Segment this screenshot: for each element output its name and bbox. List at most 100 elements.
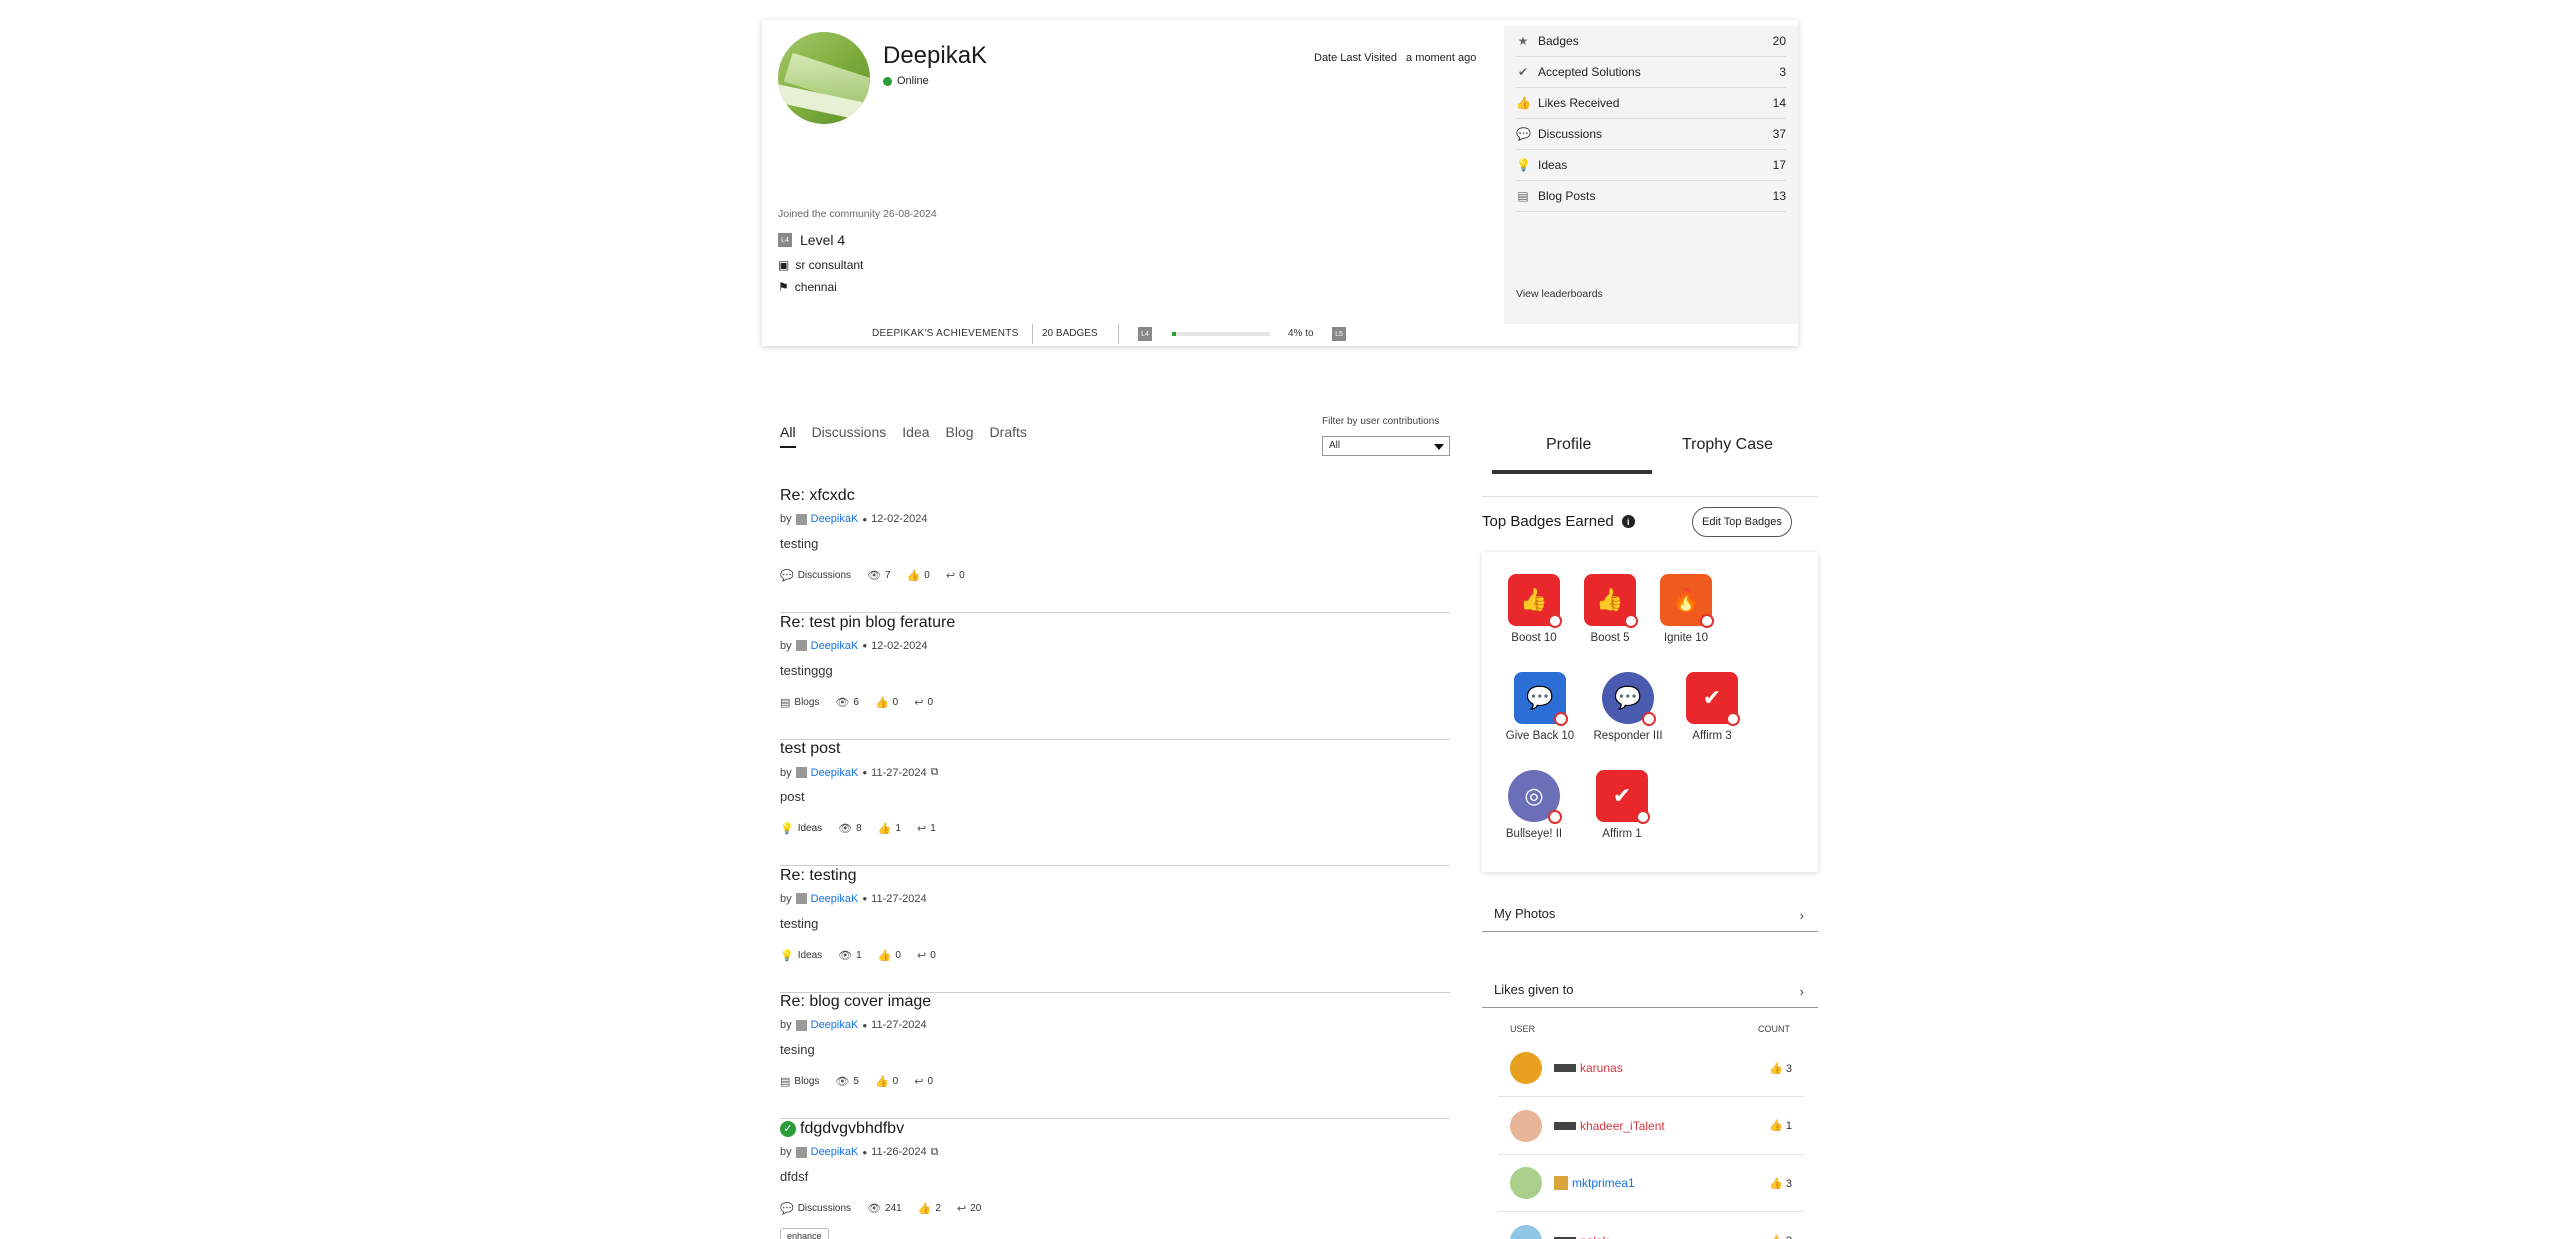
post-tag[interactable]: enhance xyxy=(780,1227,829,1239)
tab-trophy-case[interactable]: Trophy Case xyxy=(1682,436,1773,454)
user-link[interactable]: karunas xyxy=(1580,1061,1623,1075)
likes-row: karunas 👍 3 xyxy=(1498,1040,1804,1097)
post-category[interactable]: 💬 Discussions xyxy=(780,1202,851,1215)
post-excerpt: dfdsf xyxy=(780,1168,809,1184)
user-link[interactable]: khadeer_iTalent xyxy=(1580,1119,1665,1133)
post-date: 12-02-2024 xyxy=(871,639,928,652)
stat-row[interactable]: 👍 Likes Received 14 xyxy=(1516,88,1786,119)
replies-value: 0 xyxy=(927,1076,933,1087)
filter-select[interactable]: All xyxy=(1322,436,1450,456)
badge-icon: ◎ xyxy=(1508,770,1562,824)
profile-card: DeepikaK Online Date Last Visited a mome… xyxy=(762,20,1798,346)
badge-item[interactable]: 👍 Boost 5 xyxy=(1570,574,1650,644)
replies-count: ↩ 0 xyxy=(914,696,933,709)
badge-item[interactable]: 👍 Boost 10 xyxy=(1494,574,1574,644)
view-leaderboards-link[interactable]: View leaderboards xyxy=(1516,288,1603,300)
author-link[interactable]: DeepikaK xyxy=(811,640,859,652)
post-item[interactable]: Re: test pin blog ferature by DeepikaK ● 12-… xyxy=(780,614,1450,740)
user-avatar[interactable] xyxy=(1510,1167,1542,1199)
post-title-link[interactable]: Re: blog cover image xyxy=(780,993,931,1011)
post-category[interactable]: 💬 Discussions xyxy=(780,569,851,582)
post-item[interactable]: Re: testing by DeepikaK ● 11-27-2024 testing 💡… xyxy=(780,867,1450,993)
post-title-link[interactable]: Re: testing xyxy=(780,867,856,885)
user-avatar[interactable] xyxy=(1510,1224,1542,1239)
author-link[interactable]: DeepikaK xyxy=(811,767,859,779)
rank-icon xyxy=(795,1019,807,1031)
views-count: 👁 241 xyxy=(867,1202,902,1215)
tab-all[interactable]: All xyxy=(780,424,796,448)
post-item[interactable]: Re: blog cover image by DeepikaK ● 11-27-202… xyxy=(780,993,1450,1119)
stat-row[interactable]: ✔ Accepted Solutions 3 xyxy=(1516,57,1786,88)
likes-value: 0 xyxy=(892,1076,899,1087)
badge-item[interactable]: 💬 Give Back 10 xyxy=(1500,672,1580,742)
stat-row[interactable]: ★ Badges 20 xyxy=(1516,26,1786,57)
badge-item[interactable]: ✔ Affirm 1 xyxy=(1582,770,1662,840)
stat-label: Likes Received xyxy=(1538,96,1620,110)
author-link[interactable]: DeepikaK xyxy=(811,1019,859,1031)
achievements-link[interactable]: DEEPIKAK'S ACHIEVEMENTS xyxy=(872,328,1019,339)
badge-item[interactable]: ✔ Affirm 3 xyxy=(1672,672,1752,742)
badge-name: Boost 10 xyxy=(1511,632,1557,644)
post-title-row: test post xyxy=(780,740,840,758)
eye-icon: 👁 xyxy=(835,1076,850,1088)
post-category[interactable]: ▤ Blogs xyxy=(780,696,819,709)
post-title-link[interactable]: test post xyxy=(780,740,840,758)
user-link[interactable]: palak xyxy=(1580,1234,1609,1239)
post-title-row: Re: test pin blog ferature xyxy=(780,614,955,632)
contribution-tabs: All Discussions Idea Blog Drafts xyxy=(780,424,1027,448)
bullet-separator: ● xyxy=(862,514,868,524)
post-title-link[interactable]: fdgdvgvbhdfbv xyxy=(800,1120,904,1138)
post-title-row: ✓ fdgdvgvbhdfbv xyxy=(780,1120,904,1138)
tab-blog[interactable]: Blog xyxy=(946,424,974,448)
tab-discussions[interactable]: Discussions xyxy=(812,424,887,448)
level-progress-fill xyxy=(1172,332,1176,336)
tab-profile[interactable]: Profile xyxy=(1546,436,1591,454)
edit-top-badges-button[interactable]: Edit Top Badges xyxy=(1692,507,1792,537)
views-count: 👁 8 xyxy=(838,822,862,835)
info-icon[interactable]: i xyxy=(1621,515,1635,528)
stat-row[interactable]: 💬 Discussions 37 xyxy=(1516,119,1786,150)
thumbs-up-icon: 👍 xyxy=(1769,1062,1786,1075)
post-item[interactable]: Re: xfcxdc by DeepikaK ● 12-02-2024 testing 💬 D… xyxy=(780,487,1450,613)
author-link[interactable]: DeepikaK xyxy=(811,893,859,905)
post-item[interactable]: ✓ fdgdvgvbhdfbv by DeepikaK ● 11-26-2024 ⧉ dfds… xyxy=(780,1120,1450,1239)
badges-count-link[interactable]: 20 BADGES xyxy=(1042,328,1098,339)
avatar[interactable] xyxy=(778,32,870,124)
badge-level-chip xyxy=(1642,712,1656,726)
badge-item[interactable]: ◎ Bullseye! II xyxy=(1494,770,1574,840)
like-count: 👍 1 xyxy=(1769,1119,1792,1132)
user-link[interactable]: mktprimea1 xyxy=(1572,1176,1635,1190)
badge-item[interactable]: 🔥 Ignite 10 xyxy=(1646,574,1726,644)
post-category[interactable]: 💡 Ideas xyxy=(780,949,822,962)
tab-idea[interactable]: Idea xyxy=(902,424,929,448)
post-excerpt: tesing xyxy=(780,1042,815,1057)
copy-icon[interactable]: ⧉ xyxy=(931,1146,939,1159)
joined-date: Joined the community 26-08-2024 xyxy=(778,208,937,220)
author-link[interactable]: DeepikaK xyxy=(811,1146,859,1158)
likes-given-section[interactable]: Likes given to › xyxy=(1482,974,1818,1008)
eye-icon: 👁 xyxy=(838,949,853,962)
post-title-link[interactable]: Re: test pin blog ferature xyxy=(780,614,955,632)
user-avatar[interactable] xyxy=(1510,1052,1542,1084)
copy-icon[interactable]: ⧉ xyxy=(931,766,939,779)
category-label: Ideas xyxy=(797,949,823,961)
tab-drafts[interactable]: Drafts xyxy=(990,424,1027,448)
my-photos-section[interactable]: My Photos › xyxy=(1482,898,1818,932)
post-category[interactable]: 💡 Ideas xyxy=(780,822,822,835)
badge-level-chip xyxy=(1700,614,1714,628)
thumbs-up-icon: 👍 xyxy=(874,696,889,709)
online-status-label: Online xyxy=(897,75,929,87)
category-label: Discussions xyxy=(797,1202,852,1214)
badge-item[interactable]: 💬 Responder III xyxy=(1588,672,1668,742)
by-label: by xyxy=(780,1146,792,1158)
likes-row: palak 👍 2 xyxy=(1498,1213,1804,1239)
post-item[interactable]: test post by DeepikaK ● 11-27-2024 ⧉ post 💡 Idea… xyxy=(780,740,1450,866)
badge-name: Give Back 10 xyxy=(1505,730,1575,742)
user-avatar[interactable] xyxy=(1510,1109,1542,1142)
stat-row[interactable]: 💡 Ideas 17 xyxy=(1516,150,1786,181)
replies-count: ↩ 1 xyxy=(917,822,936,835)
post-title-link[interactable]: Re: xfcxdc xyxy=(780,487,855,505)
author-link[interactable]: DeepikaK xyxy=(811,513,859,525)
post-category[interactable]: ▤ Blogs xyxy=(780,1075,819,1088)
stat-row[interactable]: ▤ Blog Posts 13 xyxy=(1516,181,1786,212)
